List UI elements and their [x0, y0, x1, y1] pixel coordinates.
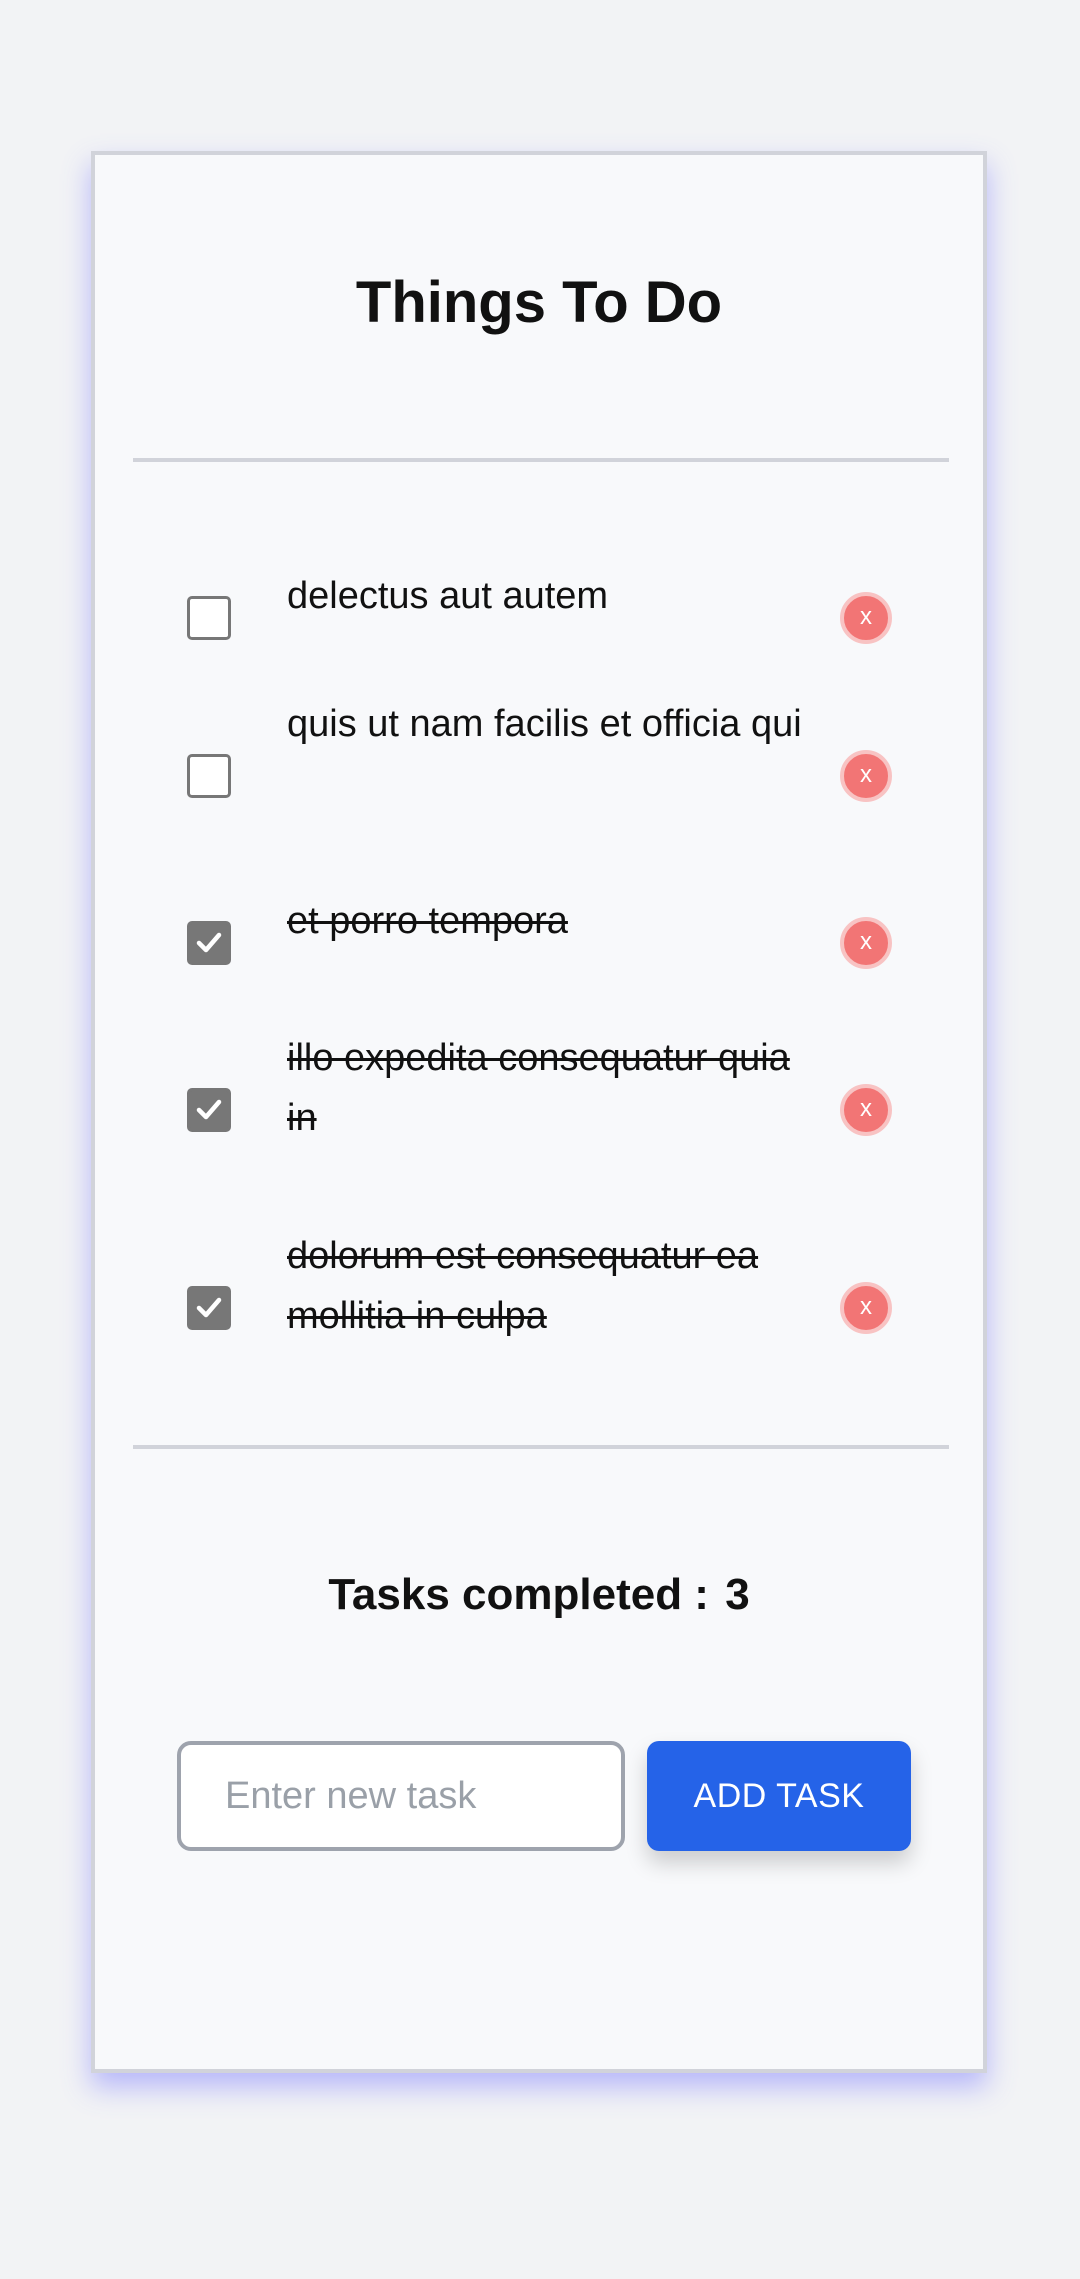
tasks-completed-count: 3	[725, 1570, 750, 1619]
task-text-completed: et porro tempora	[287, 900, 568, 942]
task-text: delectus aut autem	[287, 575, 609, 617]
checkmark-icon	[196, 932, 222, 953]
task-checkbox[interactable]	[187, 754, 231, 798]
delete-task-button[interactable]: x	[840, 917, 892, 969]
delete-task-button[interactable]: x	[840, 750, 892, 802]
delete-task-button[interactable]: x	[840, 1282, 892, 1334]
task-checkbox-checked[interactable]	[187, 921, 231, 965]
new-task-input[interactable]	[177, 1741, 625, 1851]
bottom-divider	[133, 1445, 949, 1449]
tasks-completed-summary: Tasks completed : 3	[95, 1570, 983, 1620]
task-text: quis ut nam facilis et officia qui	[287, 703, 802, 745]
page-title: Things To Do	[355, 270, 723, 335]
delete-task-button[interactable]: x	[840, 1084, 892, 1136]
task-checkbox[interactable]	[187, 596, 231, 640]
task-text-completed: illo expedita consequatur quia in	[287, 1037, 790, 1139]
delete-task-button[interactable]: x	[840, 592, 892, 644]
task-checkbox-checked[interactable]	[187, 1088, 231, 1132]
add-task-button[interactable]: ADD TASK	[647, 1741, 911, 1851]
checkmark-icon	[196, 1297, 222, 1318]
checkmark-icon	[196, 1099, 222, 1120]
top-divider	[133, 458, 949, 462]
todo-card: Things To Do delectus aut autem x quis u…	[91, 151, 987, 2073]
tasks-completed-label: Tasks completed :	[328, 1570, 709, 1619]
task-text-completed: dolorum est consequatur ea mollitia in c…	[287, 1235, 759, 1337]
task-checkbox-checked[interactable]	[187, 1286, 231, 1330]
